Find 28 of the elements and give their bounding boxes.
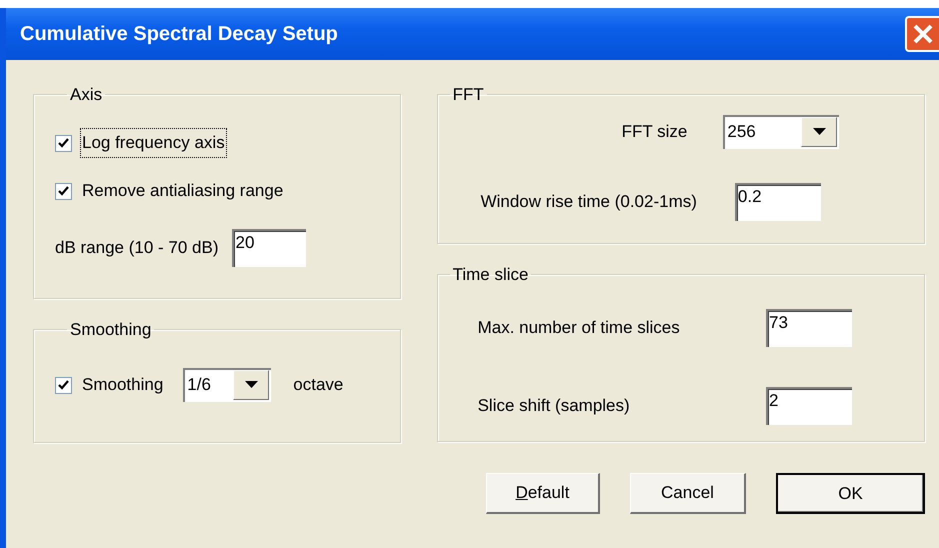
field-label: Slice shift (samples) — [478, 395, 630, 418]
unit-label: octave — [293, 374, 344, 396]
checkbox[interactable] — [55, 182, 72, 200]
dropdown[interactable]: 1/6 — [183, 368, 272, 402]
dropdown[interactable]: 256 — [723, 115, 840, 149]
input-field[interactable]: 2 — [766, 387, 852, 425]
field-label: Window rise time (0.02-1ms) — [480, 191, 697, 214]
checkbox-label: Smoothing — [82, 374, 164, 396]
window-title: Cumulative Spectral Decay Setup — [20, 22, 338, 47]
field-label: Max. number of time slices — [478, 317, 680, 340]
close-button[interactable] — [905, 16, 939, 52]
input-field[interactable]: 73 — [766, 309, 852, 347]
checkbox[interactable] — [55, 134, 72, 152]
dialog-button[interactable]: Cancel — [630, 473, 746, 514]
group-title: Smoothing — [69, 321, 152, 338]
group-title: Time slice — [452, 266, 530, 283]
dialog-button[interactable]: Default — [486, 473, 600, 514]
input-field[interactable]: 20 — [232, 229, 306, 267]
dialog-button[interactable]: OK — [776, 473, 925, 514]
checkbox-label: Log frequency axis — [82, 130, 225, 156]
group-title: FFT — [452, 86, 485, 103]
field-label: FFT size — [622, 121, 688, 144]
input-field[interactable]: 0.2 — [734, 183, 821, 221]
checkbox[interactable] — [55, 376, 72, 394]
group-title: Axis — [69, 86, 104, 103]
field-label: dB range (10 - 70 dB) — [55, 237, 218, 260]
close-icon — [912, 23, 934, 45]
checkbox-label: Remove antialiasing range — [82, 180, 284, 202]
